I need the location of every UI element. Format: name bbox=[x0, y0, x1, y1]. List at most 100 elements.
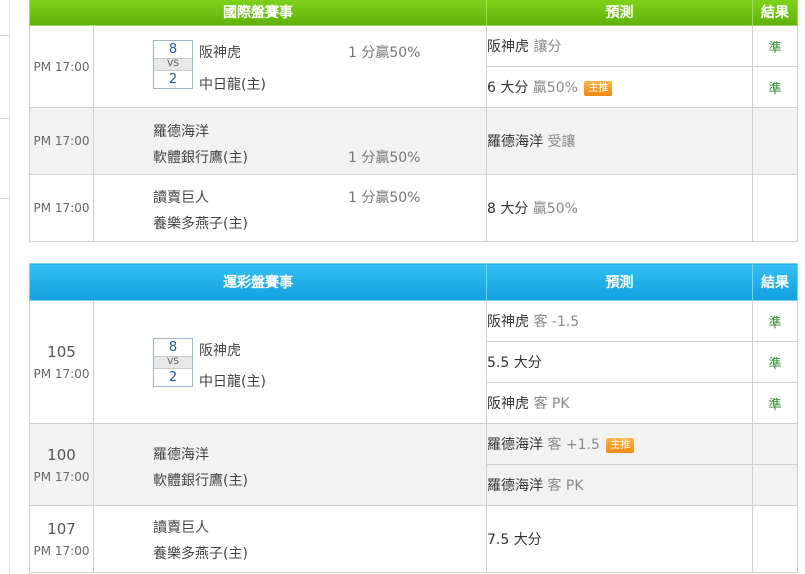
result bbox=[752, 174, 798, 242]
home-team: 阪神虎 bbox=[199, 45, 241, 61]
prediction: 羅德海洋 客 PK bbox=[486, 464, 753, 506]
prediction-pick: 阪神虎 bbox=[487, 396, 529, 412]
prediction-detail: 客 +1.5 bbox=[547, 437, 600, 453]
home-score: 8 bbox=[168, 42, 178, 57]
left-divider bbox=[0, 198, 9, 199]
away-team: 中日龍(主) bbox=[199, 374, 266, 390]
prediction: 阪神虎 客 PK bbox=[486, 382, 753, 424]
game-time: PM 17:00 bbox=[29, 174, 94, 242]
game-row: 100 PM 17:00 羅德海洋 軟體銀行鷹(主) 羅德海洋 客 +1.5 主… bbox=[29, 423, 798, 506]
local-matches-header: 運彩盤賽事 bbox=[29, 263, 487, 301]
local-games-table: 運彩盤賽事 預測 結果 105 PM 17:00 8 VS 2 阪神虎 中日龍(… bbox=[29, 263, 798, 573]
game-time: PM 17:00 bbox=[29, 107, 94, 175]
prediction-pick: 阪神虎 bbox=[487, 39, 529, 55]
prediction-pick: 羅德海洋 bbox=[487, 134, 543, 150]
game-time-cell: 100 PM 17:00 bbox=[29, 423, 94, 506]
prediction: 7.5 大分 bbox=[486, 505, 753, 573]
game-number: 105 bbox=[47, 343, 76, 361]
game-number: 100 bbox=[47, 445, 76, 464]
score-box: 8 VS 2 bbox=[153, 338, 193, 387]
game-row: PM 17:00 讀賣巨人 養樂多燕子(主) 1 分贏50% 8 大分 贏50% bbox=[29, 174, 798, 242]
prediction: 羅德海洋 受讓 bbox=[486, 107, 753, 175]
prediction: 5.5 大分 bbox=[486, 341, 753, 383]
game-time-cell: 107 PM 17:00 bbox=[29, 505, 94, 573]
featured-badge: 主推 bbox=[606, 438, 635, 453]
home-team: 讀賣巨人 bbox=[153, 520, 209, 536]
away-team: 養樂多燕子(主) bbox=[153, 216, 248, 232]
teams-cell: 羅德海洋 軟體銀行鷹(主) 1 分贏50% bbox=[93, 107, 487, 175]
prediction-detail: 贏50% bbox=[532, 201, 578, 217]
intl-games-table: 國際盤賽事 預測 結果 PM 17:00 8 VS 2 阪神虎 中日龍(主) 1… bbox=[29, 0, 798, 242]
intl-result-header: 結果 bbox=[752, 0, 798, 26]
intl-header-row: 國際盤賽事 預測 結果 bbox=[29, 0, 798, 26]
prediction: 6 大分 贏50% 主推 bbox=[486, 66, 753, 108]
prediction: 阪神虎 讓分 bbox=[486, 25, 753, 67]
left-divider bbox=[0, 118, 9, 119]
away-score: 2 bbox=[168, 370, 178, 385]
local-prediction-header: 預測 bbox=[486, 263, 753, 301]
home-team: 羅德海洋 bbox=[153, 447, 209, 463]
odds-text: 1 分贏50% bbox=[348, 190, 421, 206]
result bbox=[752, 464, 798, 506]
vs-label: VS bbox=[154, 356, 192, 369]
result: 準 bbox=[752, 25, 798, 67]
game-row: 105 PM 17:00 8 VS 2 阪神虎 中日龍(主) 阪神虎 客 -1.… bbox=[29, 300, 798, 424]
result bbox=[752, 107, 798, 175]
game-time: PM 17:00 bbox=[29, 25, 94, 108]
teams-cell: 讀賣巨人 養樂多燕子(主) 1 分贏50% bbox=[93, 174, 487, 242]
featured-badge: 主推 bbox=[584, 81, 613, 96]
prediction-detail: 受讓 bbox=[547, 134, 576, 150]
odds-text: 1 分贏50% bbox=[348, 150, 421, 166]
intl-matches-header: 國際盤賽事 bbox=[29, 0, 487, 26]
away-team: 軟體銀行鷹(主) bbox=[153, 150, 248, 166]
prediction-detail: 客 PK bbox=[533, 396, 570, 412]
game-time: PM 17:00 bbox=[33, 544, 90, 558]
prediction-pick: 5.5 大分 bbox=[487, 355, 542, 371]
local-header-row: 運彩盤賽事 預測 結果 bbox=[29, 263, 798, 301]
result bbox=[752, 505, 798, 573]
prediction-pick: 阪神虎 bbox=[487, 314, 529, 330]
local-result-header: 結果 bbox=[752, 263, 798, 301]
prediction-detail: 客 PK bbox=[547, 478, 584, 494]
away-team: 中日龍(主) bbox=[199, 77, 266, 93]
prediction-pick: 羅德海洋 bbox=[487, 437, 543, 453]
away-team: 養樂多燕子(主) bbox=[153, 546, 248, 562]
prediction-detail: 客 -1.5 bbox=[533, 314, 580, 330]
left-divider bbox=[0, 35, 9, 36]
game-time: PM 17:00 bbox=[33, 367, 90, 381]
score-box: 8 VS 2 bbox=[153, 40, 193, 89]
game-row: 107 PM 17:00 讀賣巨人 養樂多燕子(主) 7.5 大分 bbox=[29, 505, 798, 573]
prediction-pick: 6 大分 bbox=[487, 80, 529, 96]
game-number: 107 bbox=[47, 520, 76, 538]
odds-text: 1 分贏50% bbox=[348, 45, 421, 61]
home-score: 8 bbox=[168, 340, 178, 355]
result: 準 bbox=[752, 382, 798, 424]
prediction-pick: 7.5 大分 bbox=[487, 532, 542, 548]
prediction-pick: 羅德海洋 bbox=[487, 478, 543, 494]
vs-label: VS bbox=[154, 58, 192, 71]
game-time: PM 17:00 bbox=[33, 469, 90, 484]
home-team: 羅德海洋 bbox=[153, 124, 209, 140]
away-score: 2 bbox=[168, 72, 178, 87]
prediction: 羅德海洋 客 +1.5 主推 bbox=[486, 423, 753, 465]
game-time-cell: 105 PM 17:00 bbox=[29, 300, 94, 424]
result: 準 bbox=[752, 341, 798, 383]
result: 準 bbox=[752, 66, 798, 108]
home-team: 阪神虎 bbox=[199, 343, 241, 359]
prediction-detail: 讓分 bbox=[533, 39, 562, 55]
away-team: 軟體銀行鷹(主) bbox=[153, 473, 248, 489]
prediction-pick: 8 大分 bbox=[487, 201, 529, 217]
teams-cell: 讀賣巨人 養樂多燕子(主) bbox=[93, 505, 487, 573]
result: 準 bbox=[752, 300, 798, 342]
prediction-detail: 贏50% bbox=[532, 80, 578, 96]
prediction: 8 大分 贏50% bbox=[486, 174, 753, 242]
game-row: PM 17:00 羅德海洋 軟體銀行鷹(主) 1 分贏50% 羅德海洋 受讓 bbox=[29, 107, 798, 175]
left-border bbox=[9, 0, 10, 574]
teams-cell: 8 VS 2 阪神虎 中日龍(主) 1 分贏50% bbox=[93, 25, 487, 108]
home-team: 讀賣巨人 bbox=[153, 190, 209, 206]
game-row: PM 17:00 8 VS 2 阪神虎 中日龍(主) 1 分贏50% 阪神虎 讓… bbox=[29, 25, 798, 108]
teams-cell: 羅德海洋 軟體銀行鷹(主) bbox=[93, 423, 487, 506]
intl-prediction-header: 預測 bbox=[486, 0, 753, 26]
teams-cell: 8 VS 2 阪神虎 中日龍(主) bbox=[93, 300, 487, 424]
result bbox=[752, 423, 798, 465]
